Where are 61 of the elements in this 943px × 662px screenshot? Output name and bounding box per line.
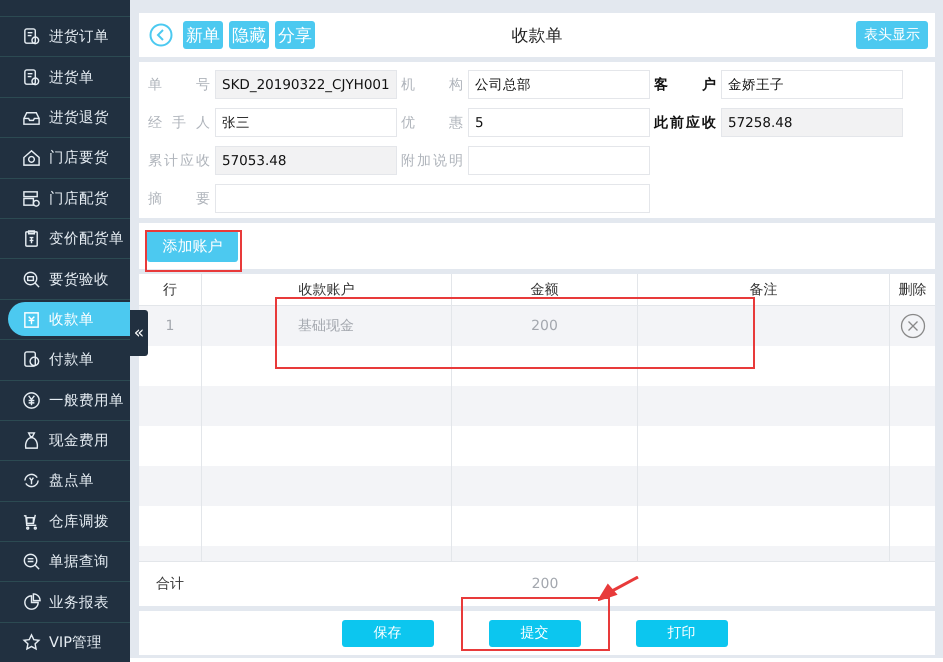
money-bag-icon <box>22 431 41 450</box>
sidebar-item[interactable]: 一般费用单 <box>8 383 130 418</box>
sidebar-item[interactable]: 进货退货 <box>8 100 130 134</box>
back-icon[interactable] <box>149 23 173 47</box>
total-label: 合计 <box>155 575 185 593</box>
sidebar-item[interactable]: VIP管理 <box>8 626 130 660</box>
column-header: 行 <box>163 280 177 298</box>
sidebar-item[interactable]: 要货验收 <box>8 262 130 296</box>
input-field[interactable]: 5 <box>468 108 650 137</box>
column-header: 备注 <box>750 280 778 298</box>
field-label: 单号 <box>148 76 210 94</box>
pointer-arrow <box>598 576 640 601</box>
field-label: 摘要 <box>148 190 210 208</box>
column-header: 收款账户 <box>298 280 354 298</box>
table-cell: 1 <box>166 318 174 334</box>
cycle-icon <box>22 471 41 490</box>
sidebar-item[interactable]: 业务报表 <box>8 585 130 620</box>
field-label: 机构 <box>401 76 463 94</box>
star-icon <box>22 633 41 652</box>
input-field[interactable]: 57258.48 <box>721 108 903 137</box>
field-label: 经手人 <box>148 114 210 132</box>
sidebar-item[interactable]: 付款单 <box>8 342 130 377</box>
total-amount: 200 <box>532 576 558 592</box>
sidebar-item[interactable]: 进货订单 <box>8 20 130 54</box>
field-label: 累计应收 <box>148 152 210 170</box>
input-field[interactable]: 57053.48 <box>215 146 397 175</box>
field-label: 此前应收 <box>654 114 716 132</box>
field-label: 客户 <box>654 76 716 94</box>
pie-chart-icon <box>22 592 41 612</box>
magnifier-icon <box>22 270 41 289</box>
table-cell: 基础现金 <box>298 317 354 335</box>
input-field[interactable] <box>215 184 650 213</box>
shop-icon <box>22 188 41 208</box>
sidebar-item[interactable]: 仓库调拨 <box>8 504 130 538</box>
input-field[interactable]: 张三 <box>215 108 397 137</box>
clipboard-icon <box>22 229 41 248</box>
collapse-button[interactable]: « <box>130 310 148 356</box>
input-field[interactable] <box>468 146 650 175</box>
search-icon <box>22 552 41 572</box>
table-cell: 200 <box>531 318 558 334</box>
column-header: 金额 <box>530 280 558 298</box>
sidebar-item[interactable]: 门店要货 <box>8 140 130 175</box>
house-icon <box>22 148 41 168</box>
input-field[interactable]: 公司总部 <box>468 70 650 99</box>
input-field[interactable]: SKD_20190322_CJYH001 <box>215 70 397 99</box>
sidebar-item[interactable]: 门店配货 <box>8 181 130 216</box>
field-label: 附加说明 <box>401 152 463 170</box>
receipt-icon <box>22 310 41 329</box>
document-icon <box>22 27 41 46</box>
column-header: 删除 <box>898 280 926 298</box>
sidebar-item[interactable]: 盘点单 <box>8 464 130 498</box>
page-title: 收款单 <box>512 26 562 46</box>
delete-icon[interactable] <box>900 313 926 339</box>
sidebar-item[interactable]: 进货单 <box>8 60 130 94</box>
sidebar-item[interactable]: 现金费用 <box>8 424 130 458</box>
yen-circle-icon <box>22 390 41 410</box>
field-label: 优惠 <box>401 114 463 132</box>
document-icon <box>22 68 41 87</box>
input-field[interactable]: 金娇王子 <box>721 70 903 99</box>
sidebar-item[interactable]: 单据查询 <box>8 544 130 579</box>
sidebar-item[interactable]: 变价配货单 <box>8 222 130 256</box>
